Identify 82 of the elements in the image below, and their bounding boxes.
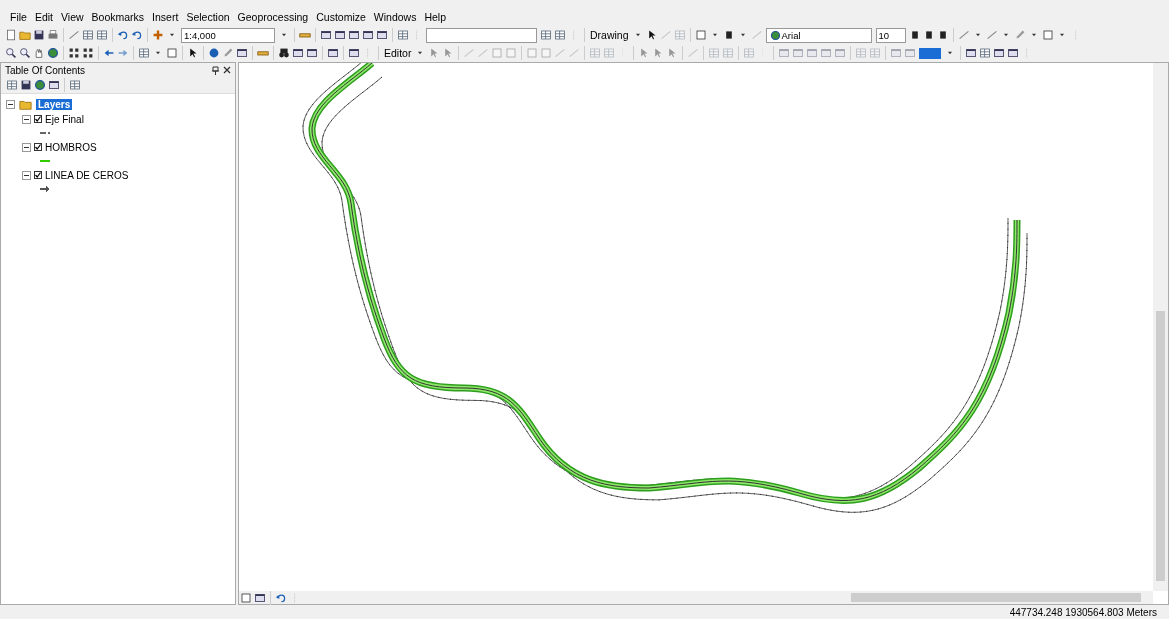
- menu-item[interactable]: Edit: [30, 11, 57, 23]
- window-icon[interactable]: [48, 79, 60, 91]
- checkbox[interactable]: [34, 171, 42, 179]
- window-icon[interactable]: [236, 47, 248, 59]
- editor-menu[interactable]: Editor: [382, 47, 414, 59]
- window-icon[interactable]: [348, 47, 360, 59]
- globe-icon[interactable]: [47, 47, 59, 59]
- coordinates-text: 447734.248 1930564.803 Meters: [1009, 606, 1157, 618]
- undo-icon[interactable]: [117, 29, 129, 41]
- window-icon[interactable]: [965, 47, 978, 59]
- menu-item[interactable]: Selection: [182, 11, 234, 23]
- table-icon[interactable]: [6, 79, 18, 91]
- table-icon[interactable]: [138, 47, 150, 59]
- window-icon[interactable]: [376, 29, 388, 41]
- menu-item[interactable]: File: [6, 11, 31, 23]
- window-icon[interactable]: [993, 47, 1006, 59]
- collapse-icon[interactable]: [22, 114, 31, 124]
- zoom-in-icon[interactable]: [19, 47, 31, 59]
- zoom-percent-field[interactable]: [919, 47, 942, 59]
- line-icon[interactable]: [957, 29, 970, 41]
- grid-icon[interactable]: [68, 47, 80, 59]
- window-icon[interactable]: [362, 29, 374, 41]
- window-icon[interactable]: [334, 29, 346, 41]
- drawing-menu[interactable]: Drawing: [588, 29, 631, 41]
- menu-item[interactable]: Geoprocessing: [233, 11, 313, 23]
- pin-icon[interactable]: [212, 65, 219, 75]
- square-icon[interactable]: [1041, 29, 1054, 41]
- grid-icon[interactable]: [82, 47, 94, 59]
- zoom-in-icon[interactable]: [5, 47, 17, 59]
- table-icon[interactable]: [540, 29, 552, 41]
- window-icon[interactable]: [348, 29, 360, 41]
- table-icon[interactable]: [979, 47, 992, 59]
- layer-name[interactable]: LINEA DE CEROS: [45, 169, 129, 181]
- square-icon[interactable]: [240, 591, 252, 604]
- menu-item[interactable]: Bookmarks: [87, 11, 149, 23]
- printer-icon[interactable]: [47, 29, 59, 41]
- arrow-left-icon[interactable]: [103, 47, 115, 59]
- window-icon[interactable]: [306, 47, 318, 59]
- globe-icon[interactable]: [769, 29, 781, 41]
- binoculars-icon[interactable]: [278, 47, 290, 59]
- tree-item[interactable]: Layers: [36, 99, 73, 110]
- table-icon[interactable]: [554, 29, 566, 41]
- window-icon[interactable]: [292, 47, 304, 59]
- collapse-icon[interactable]: [22, 142, 31, 152]
- menu-item[interactable]: View: [57, 11, 88, 23]
- menu-item[interactable]: Windows: [369, 11, 421, 23]
- line-icon[interactable]: [68, 29, 80, 41]
- plus-icon[interactable]: [152, 29, 164, 41]
- square-icon[interactable]: [694, 29, 707, 41]
- panel-title: Table Of Contents: [5, 64, 86, 76]
- arrow-right-icon[interactable]: [117, 47, 129, 59]
- window-icon[interactable]: [254, 591, 266, 604]
- menu-item[interactable]: Customize: [312, 11, 370, 23]
- menu-item[interactable]: Help: [420, 11, 451, 23]
- collapse-icon[interactable]: [22, 170, 31, 180]
- checkbox[interactable]: [34, 143, 42, 151]
- layer-name[interactable]: HOMBROS: [45, 141, 97, 153]
- square-icon[interactable]: [166, 47, 178, 59]
- window-icon[interactable]: [320, 29, 332, 41]
- line-icon[interactable]: [985, 29, 998, 41]
- close-icon[interactable]: [223, 65, 231, 74]
- vertical-scrollbar[interactable]: [1153, 63, 1168, 591]
- horizontal-scrollbar[interactable]: [239, 591, 1153, 604]
- pencil-icon[interactable]: [1013, 29, 1026, 41]
- collapse-icon[interactable]: [6, 100, 15, 109]
- window-icon[interactable]: [1007, 47, 1020, 59]
- window-icon[interactable]: [327, 47, 339, 59]
- table-icon[interactable]: [69, 79, 81, 91]
- page-icon[interactable]: [5, 29, 17, 41]
- undo-icon[interactable]: [131, 29, 143, 41]
- hand-icon[interactable]: [33, 47, 45, 59]
- font-size-dropdown[interactable]: 10: [875, 27, 906, 43]
- scale-dropdown[interactable]: 1:4,000: [181, 27, 275, 43]
- table-icon[interactable]: [82, 29, 94, 41]
- menu-item[interactable]: Insert: [148, 11, 183, 23]
- table-icon[interactable]: [397, 29, 409, 41]
- table-icon[interactable]: [96, 29, 108, 41]
- checkbox[interactable]: [34, 115, 42, 123]
- font-dropdown[interactable]: Arial: [765, 27, 872, 43]
- layer-name[interactable]: Eje Final: [45, 113, 84, 125]
- globe-icon[interactable]: [34, 79, 46, 91]
- layer-dropdown[interactable]: [426, 27, 537, 43]
